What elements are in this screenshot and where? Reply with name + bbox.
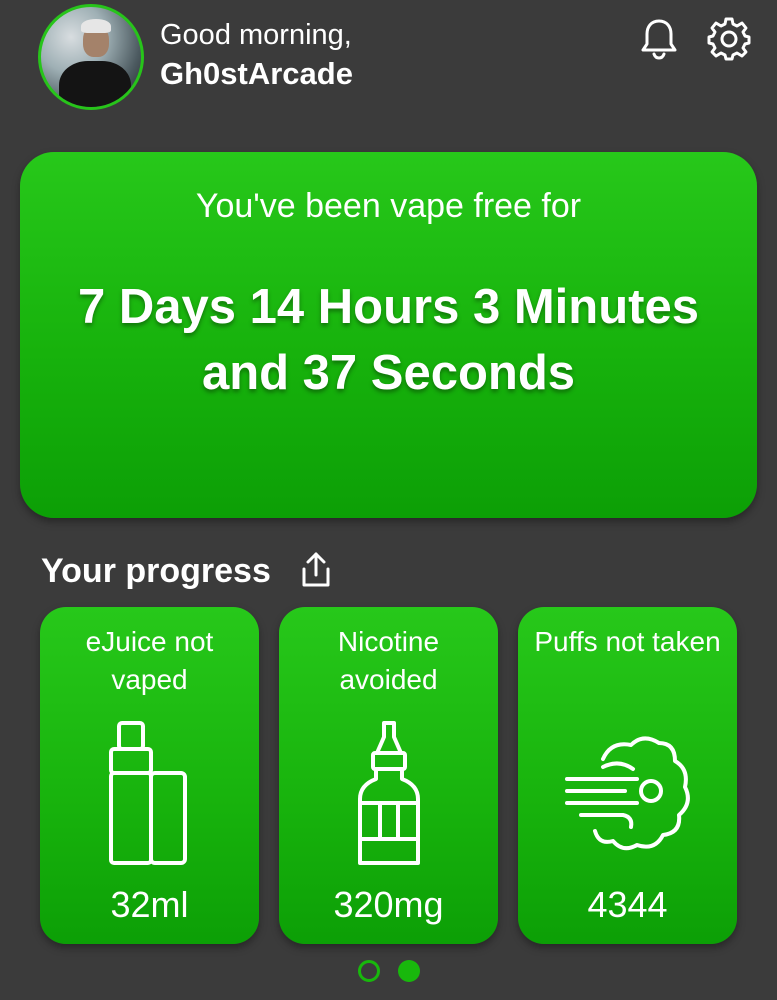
share-progress-button[interactable]: [296, 550, 336, 590]
vape-mod-icon: [108, 721, 187, 865]
nicotine-value: 320mg: [333, 884, 444, 925]
page-indicator: [0, 960, 777, 982]
vape-free-subtitle: You've been vape free for: [195, 187, 582, 225]
page-dot-2-active[interactable]: [397, 960, 420, 982]
progress-heading: Your progress: [41, 552, 271, 590]
avatar-person-body: [59, 61, 131, 107]
puffs-card[interactable]: Puffs not taken 4344: [518, 607, 737, 944]
ejuice-card[interactable]: eJuice not vaped 32ml: [40, 607, 259, 944]
avatar-person-hair: [81, 19, 111, 33]
vape-free-duration: 7 Days 14 Hours 3 Minutes and 37 Seconds: [78, 280, 699, 400]
nicotine-label: Nicotine avoided: [337, 626, 440, 695]
avatar[interactable]: [38, 4, 144, 110]
settings-button[interactable]: [706, 16, 752, 62]
ejuice-value: 32ml: [110, 884, 189, 925]
notifications-button[interactable]: [636, 16, 682, 62]
ejuice-label: eJuice not vaped: [85, 626, 214, 695]
puffs-label: Puffs not taken: [534, 626, 721, 657]
share-icon: [302, 552, 330, 587]
puffs-value: 4344: [587, 884, 668, 925]
nicotine-card[interactable]: Nicotine avoided 320mg: [279, 607, 498, 944]
greeting-text: Good morning,: [160, 19, 352, 51]
page-dot-1[interactable]: [357, 960, 380, 982]
gear-icon: [707, 17, 751, 61]
smoke-cloud-icon: [564, 736, 690, 851]
username-text: Gh0stArcade: [160, 56, 353, 91]
dropper-bottle-icon: [357, 721, 420, 865]
bell-icon: [641, 19, 677, 60]
